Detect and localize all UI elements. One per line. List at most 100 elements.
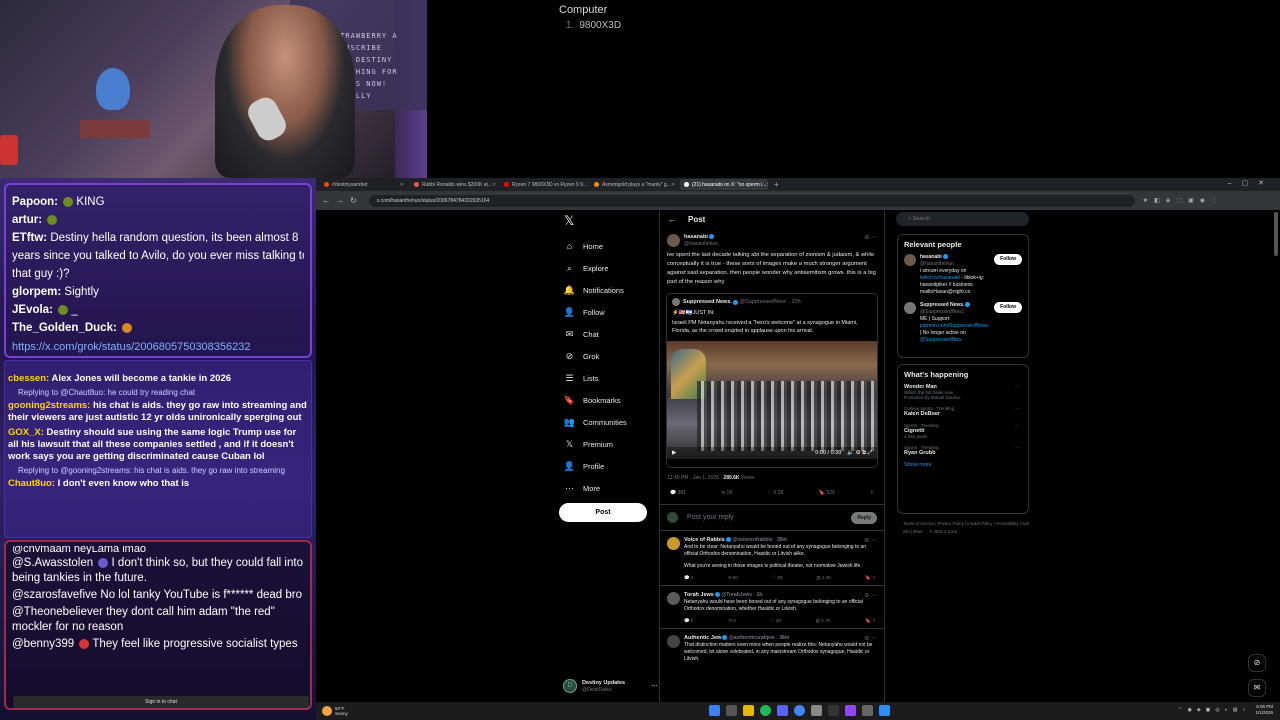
back-arrow-icon[interactable]: ← (668, 215, 676, 224)
trend-item[interactable]: Sports · Trending Ryan Grubb ⋯ (904, 445, 1022, 456)
grok-icon[interactable]: ⊘ (1248, 654, 1266, 672)
chat-line: ETftw: Destiny hella random question, it… (12, 232, 299, 244)
browser-tab[interactable]: r/destinysamfed ✕ (320, 179, 408, 190)
close-tab-icon[interactable]: ✕ (766, 182, 768, 188)
close-tab-icon[interactable]: ✕ (671, 182, 675, 188)
nav-profile[interactable]: 👤 Profile (558, 455, 658, 477)
volume-icon[interactable]: 🔈 ⚙ ⧉ ⤢ (847, 450, 872, 457)
search-icon[interactable] (726, 705, 737, 716)
reply-action[interactable]: 💬 5 (684, 618, 693, 624)
follow-button[interactable]: Follow (994, 302, 1022, 313)
nav-explore[interactable]: ⌕ Explore (558, 257, 658, 279)
twitch-icon[interactable] (845, 705, 856, 716)
spotify-icon[interactable] (760, 705, 771, 716)
more-icon[interactable]: ⊘ ⋯ (864, 537, 877, 544)
chrome-icon[interactable] (794, 705, 805, 716)
start-icon[interactable] (709, 705, 720, 716)
new-tab-button[interactable]: + (774, 180, 779, 189)
nav-follow[interactable]: 👤 Follow (558, 301, 658, 323)
nav-more[interactable]: ⋯ More (558, 477, 658, 499)
nav-grok[interactable]: ⊘ Grok (558, 345, 658, 367)
repost-action[interactable]: ⟲ 8 (728, 618, 736, 624)
messages-icon[interactable]: ✉ (1248, 679, 1266, 697)
browser-tab[interactable]: Asmongold plays a "manly" g... ✕ (590, 179, 678, 190)
bookmark-action[interactable]: 🔖 520 (819, 490, 835, 504)
nav-home[interactable]: ⌂ Home (558, 235, 658, 257)
reply-tweet[interactable]: Torah Jews @TorahJews · 1h ⊘ ⋯ Netanyahu … (660, 586, 884, 629)
close-tab-icon[interactable]: ✕ (400, 182, 404, 188)
trend-item[interactable]: Sports · Trending Cignetti 3,481 posts ⋯ (904, 423, 1022, 439)
reply-tweet[interactable]: Voice of Rabbis @voicesofrabbis · 39m ⊘ ⋯… (660, 531, 884, 586)
post-button[interactable]: Post (559, 503, 647, 522)
show-more-link[interactable]: Show more (904, 462, 1022, 468)
close-tab-icon[interactable]: ✕ (587, 182, 588, 188)
nav-chat[interactable]: ✉ Chat (558, 323, 658, 345)
more-icon[interactable]: ⋯ (1015, 406, 1020, 412)
play-icon[interactable]: ▶ (672, 450, 676, 456)
obs-icon[interactable] (828, 705, 839, 716)
more-icon[interactable]: ⋯ (1015, 384, 1020, 390)
like-action[interactable]: ♡ 36 (771, 618, 781, 624)
share-icon[interactable]: 🔖 ⇪ (865, 618, 876, 624)
more-icon[interactable]: ⊘ ⋯ (864, 635, 877, 642)
url-input[interactable]: x.com/hasanthehun/status/200678478433263… (368, 194, 1135, 207)
reply-button[interactable]: Reply (851, 511, 877, 524)
verified-icon (942, 254, 948, 260)
more-icon[interactable]: ⊘ ⋯ (864, 234, 877, 241)
search-input[interactable]: ⌕ Search (896, 212, 1029, 226)
browser-tab[interactable]: Ryzen 7 9800X3D vs Ryzen 9 9...✕ (500, 179, 588, 190)
more-icon[interactable]: ⋯ (1015, 445, 1020, 451)
like-action[interactable]: ♡ 6.2K (768, 490, 784, 504)
x-logo-icon[interactable]: 𝕏 (564, 213, 658, 228)
browser-tab-active[interactable]: (21) hasanabi on X: "no sperm i...✕ (680, 179, 768, 190)
follow-button[interactable]: Follow (994, 254, 1022, 265)
views-action[interactable]: ▥ 1.2K (816, 575, 831, 581)
nav-notifications[interactable]: 🔔 Notifications (558, 279, 658, 301)
share-icon[interactable]: 🔖 ⇪ (865, 575, 876, 581)
close-tab-icon[interactable]: ✕ (492, 182, 496, 188)
nav-premium[interactable]: 𝕏 Premium (558, 433, 658, 455)
app-icon[interactable] (811, 705, 822, 716)
clock[interactable]: 5:06 PM 1/1/2026 (1255, 704, 1273, 716)
discord-icon[interactable] (777, 705, 788, 716)
like-action[interactable]: ♡ 28 (772, 575, 782, 581)
share-icon[interactable]: ⇪ (870, 490, 874, 504)
extension-icons[interactable]: ★◧◈⬚▣◉⋮ (1143, 197, 1223, 204)
person-card[interactable]: hasanabi @hasanthehun i stream everyday on… (904, 254, 1022, 296)
forward-icon[interactable]: → (336, 196, 344, 205)
views-action[interactable]: ▥ 2.7K (816, 618, 831, 624)
repost-action[interactable]: ⟲ 50 (728, 575, 738, 581)
footer-links[interactable]: Terms of Service | Privacy Policy | Cook… (903, 520, 1029, 536)
window-controls[interactable]: –▢✕ (1228, 179, 1274, 187)
video-player[interactable]: ▶ 0:00 / 0:39 🔈 ⚙ ⧉ ⤢ (667, 341, 877, 459)
trend-item[interactable]: College sports · Trending Kalen DeBoer ⋯ (904, 406, 1022, 417)
reload-icon[interactable]: ↻ (350, 196, 357, 205)
quoted-tweet[interactable]: Suppressed News. @SuppressedNws! · 20h ⚡… (666, 293, 878, 468)
reply-action[interactable]: 💬 381 (670, 490, 686, 504)
trend-item[interactable]: Wonder Man Watch the full trailer now Prom… (904, 384, 1022, 400)
more-icon[interactable]: ⋯ (1015, 423, 1020, 429)
chat-link[interactable]: https://x.com/grok/status/20068057503083… (12, 338, 304, 356)
more-icon[interactable]: ⊘ ⋯ (864, 592, 877, 599)
nav-communities[interactable]: 👥 Communities (558, 411, 658, 433)
reply-action[interactable]: 💬 1 (684, 575, 693, 581)
more-icon[interactable]: ⋯ (651, 682, 658, 690)
app-icon[interactable] (862, 705, 873, 716)
system-tray[interactable]: ⌃◉◈▣◎◐▤♪ (1178, 707, 1250, 713)
scrollbar[interactable] (1274, 212, 1278, 256)
browser-tab[interactable]: Rabbi Ronaldo wins $200K at... ✕ (410, 179, 498, 190)
reply-tweet[interactable]: Authentic Jew @authenticorahjew · 38m ⊘ ⋯… (660, 629, 884, 667)
reply-input[interactable]: Post your reply (687, 514, 734, 521)
sign-in-chat-button[interactable]: Sign in to chat (13, 696, 309, 708)
folder-icon[interactable] (743, 705, 754, 716)
weather-widget[interactable]: 50°F Sunny (322, 706, 348, 716)
avatar[interactable] (667, 234, 680, 247)
person-card[interactable]: Suppressed News. @SuppressedNws1 ME | Supp… (904, 302, 1022, 344)
app-icon[interactable] (879, 705, 890, 716)
post-column: ← Post hasanabi @hasanthehun ⊘ ⋯ ive spent… (659, 210, 885, 720)
repost-action[interactable]: ⟲ 1K (721, 490, 733, 504)
nav-lists[interactable]: ☰ Lists (558, 367, 658, 389)
nav-bookmarks[interactable]: 🔖 Bookmarks (558, 389, 658, 411)
account-switcher[interactable]: D Destiny Updates @DestiDarko ⋯ (563, 676, 658, 696)
back-icon[interactable]: ← (322, 196, 330, 205)
